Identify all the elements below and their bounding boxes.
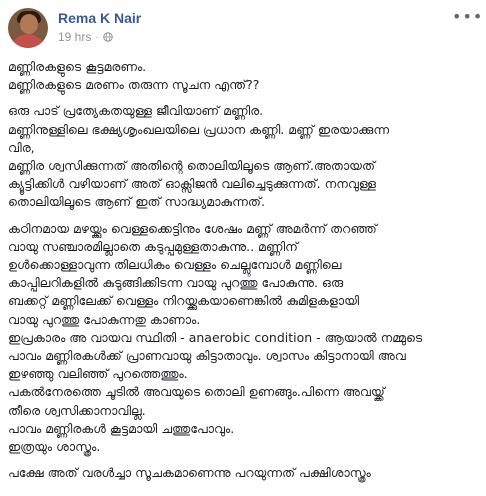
post-meta: 19 hrs · — [58, 30, 113, 44]
post-text-line: ഒരു പാട് പ്രത്യേകതയുള്ള ജീവിയാണ് മണ്ണിര. — [8, 103, 264, 119]
post-text-line: പാവം മണ്ണിരകൾ കൂട്ടമായി ചത്തുപോവും. — [8, 420, 235, 436]
post-time[interactable]: 19 hrs — [58, 30, 91, 44]
author-name[interactable]: Rema K Nair — [58, 10, 141, 26]
post-text-line: മണ്ണിരകളുടെ മരണം തരുന്ന സൂചന എന്ത്?? — [8, 77, 260, 93]
post-paragraph: മണ്ണിരകളുടെ കൂട്ടമരണം. മണ്ണിരകളുടെ മരണം ത… — [8, 58, 476, 94]
post-text-line: വിര, — [8, 139, 35, 155]
post-text-line: ക്യൂട്ടിക്കിൾ വഴിയാണ് അത് ഓക്സിജൻ വലിച്ച… — [8, 176, 377, 192]
post-text-line: ഉൾക്കൊള്ളാവുന്ന തിലധികം വെള്ളം ചെല്ലുമ്പ… — [8, 257, 342, 273]
post-text-line: മണ്ണിനുള്ളിലെ ഭക്ഷ്യശൃംഖലയിലെ പ്രധാന കണ്… — [8, 121, 390, 137]
post-body: മണ്ണിരകളുടെ കൂട്ടമരണം. മണ്ണിരകളുടെ മരണം ത… — [8, 58, 476, 490]
post-text-line: മണ്ണിര ശ്വസിക്കുന്നത് അതിന്റെ തൊലിയിലൂടെ… — [8, 158, 375, 174]
post-paragraph: പക്ഷേ അത് വരൾച്ചാ സൂചകമാണെന്നു പറയുന്നത്… — [8, 464, 476, 482]
post-text-line: ഇത്രയും ശാസ്ത്രം. — [8, 439, 101, 455]
post-text-line: ഇഴഞ്ഞു വലിഞ്ഞ് പുറത്തെത്തും. — [8, 366, 188, 382]
facebook-post: Rema K Nair 19 hrs · ••• മണ്ണിരകളുടെ കൂട… — [0, 0, 486, 496]
post-paragraph: ഒരു പാട് പ്രത്യേകതയുള്ള ജീവിയാണ് മണ്ണിര.… — [8, 102, 476, 211]
post-text-line: ബക്കറ്റ് മണ്ണിലേക്ക് വെള്ളം നിറയ്ക്കുകയാ… — [8, 293, 360, 309]
post-text-line: മണ്ണിരകളുടെ കൂട്ടമരണം. — [8, 59, 147, 74]
post-text-line: കാപ്പിലറികളിൽ കുടുങ്ങിക്കിടന്ന വായു പുറത… — [8, 275, 344, 291]
avatar[interactable] — [8, 8, 48, 48]
post-paragraph: കഠിനമായ മഴയ്ക്കും വെള്ളക്കെട്ടിനും ശേഷം … — [8, 220, 476, 457]
post-text-line: തീരെ ശ്വസിക്കാനാവില്ല. — [8, 402, 146, 418]
post-text-line: പാവം മണ്ണിരകൾക്ക് പ്രാണവായു കിട്ടാതാവും.… — [8, 348, 406, 364]
post-text-line: വായു പുറത്തു പോകുന്നതു കാണാം. — [8, 311, 201, 327]
globe-icon — [102, 32, 113, 42]
post-header: Rema K Nair 19 hrs · ••• — [8, 8, 482, 50]
post-text-line: തൊലിയിലൂടെ ആണ് ഇത് സാദ്ധ്യമാകുന്നത്. — [8, 194, 265, 210]
post-text-line: കഠിനമായ മഴയ്ക്കും വെള്ളക്കെട്ടിനും ശേഷം … — [8, 220, 377, 236]
more-options-icon[interactable]: ••• — [452, 9, 482, 26]
post-text-line: പകൽനേരത്തെ ചൂടിൽ അവയുടെ തൊലി ഉണങ്ങും.പിന… — [8, 384, 385, 400]
post-text-line: വായു സഞ്ചാരമില്ലാതെ കടുപ്പമുള്ളതാകുന്നു.… — [8, 238, 298, 254]
meta-separator: · — [95, 31, 99, 43]
post-text-line: പക്ഷേ അത് വരൾച്ചാ സൂചകമാണെന്നു പറയുന്നത്… — [8, 465, 371, 481]
post-text-line: ഇപ്രകാരം അ വായവ സ്ഥിതി - anaerobic condi… — [8, 329, 423, 345]
